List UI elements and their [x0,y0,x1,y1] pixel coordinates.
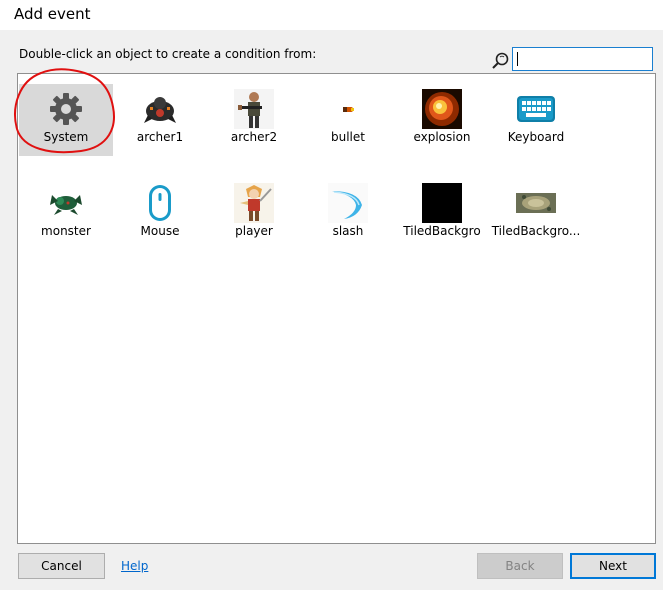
object-tile-tiledbackground-1[interactable]: TiledBackgro [395,178,489,250]
object-tile-keyboard[interactable]: Keyboard [489,84,583,156]
object-tile-explosion[interactable]: explosion [395,84,489,156]
player-sprite-icon [234,183,274,223]
window-title: Add event [14,5,91,23]
title-bar: Add event [0,0,663,30]
object-label: Keyboard [507,130,565,144]
explosion-sprite-icon [422,89,462,129]
search-icon [492,52,509,69]
search-input[interactable] [512,47,653,71]
object-label: System [43,130,89,144]
monster-sprite-icon [50,195,82,215]
object-label: Mouse [140,224,180,238]
object-label: bullet [331,130,365,144]
object-label: explosion [413,130,471,144]
soldier-sprite-icon [234,89,274,129]
bullet-sprite-icon [343,107,354,112]
object-tile-bullet[interactable]: bullet [301,84,395,156]
object-label: player [235,224,273,238]
cancel-button[interactable]: Cancel [18,553,105,579]
object-label: slash [332,224,364,238]
archer-sprite-icon [144,97,176,123]
object-tile-archer1[interactable]: archer1 [113,84,207,156]
keyboard-icon [517,96,555,122]
text-caret [517,52,518,66]
object-label: archer1 [136,130,184,144]
object-tile-monster[interactable]: monster [19,178,113,250]
object-label: archer2 [230,130,278,144]
object-tile-system[interactable]: System [19,84,113,156]
object-label: TiledBackgro [403,224,481,238]
object-label: monster [41,224,91,238]
next-button[interactable]: Next [570,553,656,579]
tiled-background-black-icon [422,183,462,223]
object-tile-player[interactable]: player [207,178,301,250]
gear-icon [50,93,82,125]
object-label: TiledBackgro... [491,224,581,238]
back-button[interactable]: Back [477,553,563,579]
slash-sprite-icon [328,183,368,223]
object-tile-archer2[interactable]: archer2 [207,84,301,156]
instruction-text: Double-click an object to create a condi… [19,47,317,61]
object-tile-tiledbackground-2[interactable]: TiledBackgro... [489,178,583,250]
object-list-panel[interactable]: System archer1 archer2 bullet explosion … [17,73,656,544]
mouse-icon [149,185,171,221]
tiled-background-texture-icon [516,193,556,213]
object-tile-mouse[interactable]: Mouse [113,178,207,250]
help-link[interactable]: Help [121,559,148,573]
object-tile-slash[interactable]: slash [301,178,395,250]
